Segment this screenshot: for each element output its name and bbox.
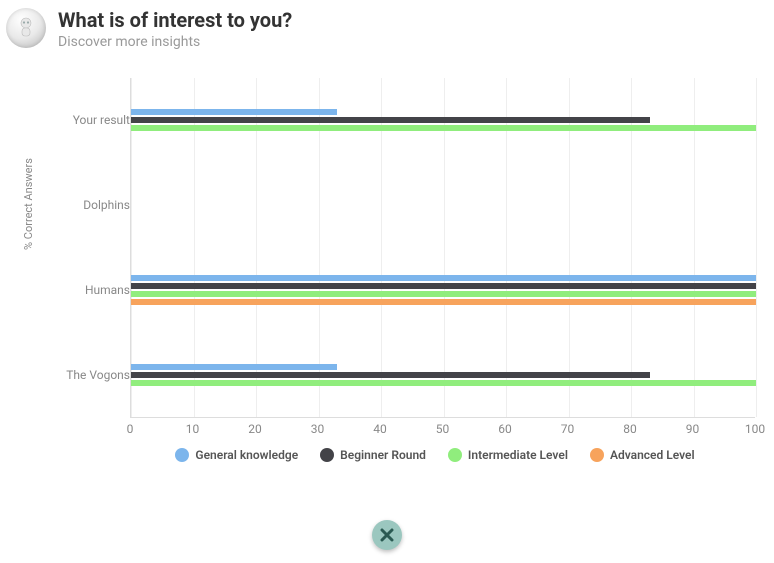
bar[interactable] — [131, 275, 756, 281]
category-label: Dolphins — [20, 198, 130, 212]
legend-swatch — [175, 448, 189, 462]
page-subtitle: Discover more insights — [58, 34, 292, 50]
legend-item[interactable]: Intermediate Level — [448, 448, 568, 462]
x-tick-label: 10 — [186, 422, 200, 436]
close-button[interactable] — [372, 520, 402, 550]
robot-icon — [12, 14, 40, 42]
bar[interactable] — [131, 117, 650, 123]
x-tick-label: 80 — [623, 422, 637, 436]
legend-item[interactable]: Advanced Level — [590, 448, 695, 462]
legend-swatch — [448, 448, 462, 462]
avatar — [6, 8, 46, 48]
x-tick-label: 50 — [436, 422, 450, 436]
legend-label: Intermediate Level — [468, 448, 568, 462]
legend-item[interactable]: General knowledge — [175, 448, 298, 462]
bar[interactable] — [131, 283, 756, 289]
legend-label: Advanced Level — [610, 448, 695, 462]
category-label: Your result — [20, 113, 130, 127]
bar[interactable] — [131, 380, 756, 386]
x-axis-ticks: 0102030405060708090100 — [130, 422, 755, 442]
bar[interactable] — [131, 291, 756, 297]
category-label: Humans — [20, 283, 130, 297]
legend-label: Beginner Round — [340, 448, 426, 462]
legend-item[interactable]: Beginner Round — [320, 448, 426, 462]
bar[interactable] — [131, 109, 337, 115]
page-title: What is of interest to you? — [58, 8, 292, 32]
x-tick-label: 40 — [373, 422, 387, 436]
legend-swatch — [590, 448, 604, 462]
x-tick-label: 60 — [498, 422, 512, 436]
x-tick-label: 90 — [686, 422, 700, 436]
header: What is of interest to you? Discover mor… — [0, 0, 774, 50]
legend-swatch — [320, 448, 334, 462]
bar[interactable] — [131, 372, 650, 378]
x-tick-label: 20 — [248, 422, 262, 436]
x-tick-label: 100 — [745, 422, 765, 436]
plot-area — [130, 78, 755, 418]
x-tick-label: 70 — [561, 422, 575, 436]
bar[interactable] — [131, 299, 756, 305]
x-tick-label: 0 — [127, 422, 134, 436]
x-tick-label: 30 — [311, 422, 325, 436]
legend-label: General knowledge — [195, 448, 298, 462]
bar[interactable] — [131, 125, 756, 131]
bar[interactable] — [131, 364, 337, 370]
close-icon — [379, 527, 395, 543]
category-label: The Vogons — [20, 368, 130, 382]
gridline — [756, 78, 757, 417]
legend: General knowledge Beginner Round Intermedi… — [110, 448, 760, 462]
